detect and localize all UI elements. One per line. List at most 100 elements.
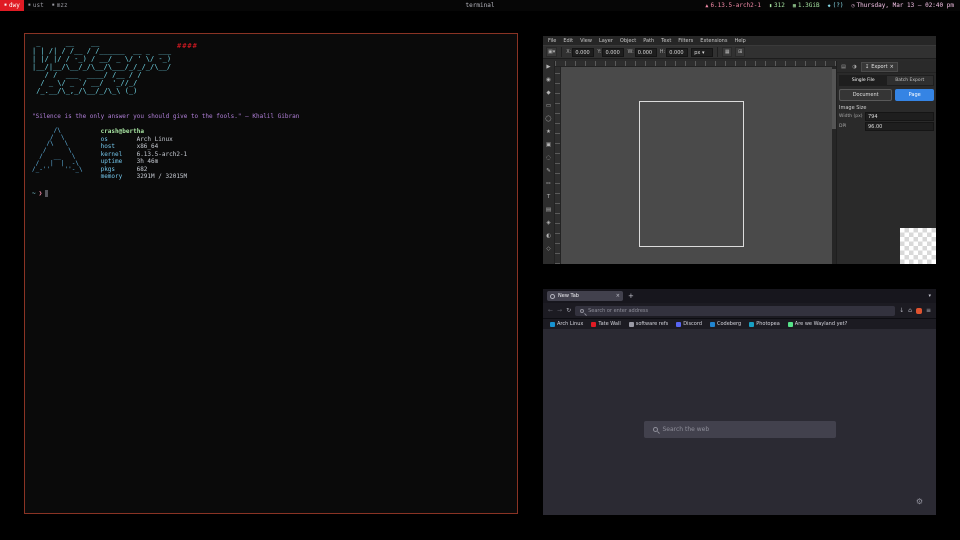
- fetch-label: uptime: [101, 158, 137, 166]
- fetch-value: x86_64: [137, 143, 159, 150]
- document-page-border[interactable]: [639, 101, 744, 247]
- fetch-label: memory: [101, 173, 137, 181]
- bookmark-favicon: [749, 322, 754, 327]
- w-value[interactable]: 0.000: [635, 48, 657, 57]
- menu-button[interactable]: ≡: [926, 307, 931, 314]
- inkscape-menubar: File Edit View Layer Object Path Text Fi…: [543, 36, 936, 45]
- fetch-info: crash@bertha osArch Linux hostx86_64 ker…: [101, 128, 188, 181]
- shell-prompt[interactable]: ~ ❯: [32, 190, 510, 197]
- toolbar-separator: [717, 47, 718, 57]
- x-coordinate-field[interactable]: X: 0.000: [566, 48, 594, 57]
- inkscape-window[interactable]: File Edit View Layer Object Path Text Fi…: [543, 36, 936, 264]
- dialog-icon-a[interactable]: ▤: [839, 62, 848, 71]
- status-bar: ▪ dwy ▪ ust ▪ mzz terminal ▲ 6.13.5-arch…: [0, 0, 960, 11]
- single-file-tab[interactable]: Single File: [840, 76, 887, 85]
- menu-edit[interactable]: Edit: [563, 38, 573, 44]
- fetch-row-uptime: uptime3h 46m: [101, 158, 188, 166]
- y-value[interactable]: 0.000: [602, 48, 624, 57]
- width-field[interactable]: W: 0.000: [627, 48, 656, 57]
- dialog-icon-b[interactable]: ◑: [850, 62, 859, 71]
- menu-text[interactable]: Text: [661, 38, 671, 44]
- bookmark-favicon: [710, 322, 715, 327]
- downloads-button[interactable]: ↓: [899, 307, 904, 314]
- close-icon[interactable]: ×: [890, 64, 894, 70]
- menu-object[interactable]: Object: [620, 38, 636, 44]
- select-mode-button[interactable]: ▣ ▾: [546, 47, 557, 57]
- menu-file[interactable]: File: [548, 38, 556, 44]
- prompt-path: ~: [32, 190, 36, 197]
- list-all-tabs-icon[interactable]: ▾: [928, 293, 931, 299]
- height-field[interactable]: H: 0.000: [660, 48, 688, 57]
- inkscape-toolbox[interactable]: ▶ ◉ ◆ ▭ ◯ ★ ▣ ◌ ✎ ✏ T ▤ ◈ ◐ ◇: [543, 61, 555, 264]
- fetch-value: 682: [137, 166, 148, 173]
- export-preview-checkerboard: [900, 228, 936, 264]
- battery-icon: ▮: [769, 3, 772, 9]
- bookmark-photopea[interactable]: Photopea: [749, 321, 780, 327]
- workspace-tag-mzz[interactable]: ▪ mzz: [48, 0, 72, 11]
- personalize-gear-icon[interactable]: ⚙: [916, 497, 923, 506]
- back-button[interactable]: ←: [548, 307, 553, 314]
- page-button[interactable]: Page: [895, 89, 934, 101]
- address-bar[interactable]: Search or enter address: [575, 306, 895, 316]
- units-value[interactable]: px ▾: [691, 48, 713, 57]
- batch-export-tab[interactable]: Batch Export: [887, 76, 934, 85]
- newtab-search-bar[interactable]: Search the web: [644, 421, 836, 438]
- new-tab-button[interactable]: +: [628, 292, 634, 300]
- chevron-down-icon: ▾: [553, 49, 556, 55]
- x-value[interactable]: 0.000: [572, 48, 594, 57]
- snap-toggle-button[interactable]: ⊞: [735, 47, 745, 57]
- reload-button[interactable]: ↻: [566, 307, 571, 314]
- menu-filters[interactable]: Filters: [678, 38, 693, 44]
- status-kernel-label: 6.13.5-arch2-1: [710, 2, 761, 9]
- width-px-input[interactable]: 794: [865, 112, 934, 121]
- tag-icon: ▪: [28, 3, 31, 8]
- new-tab-page: Search the web ⚙: [543, 329, 936, 515]
- bookmark-codeberg[interactable]: Codeberg: [710, 321, 741, 327]
- bookmark-tate-wall[interactable]: Tate Wall: [591, 321, 620, 327]
- bookmark-are-we-wayland-yet[interactable]: Are we Wayland yet?: [788, 321, 847, 327]
- search-icon: [653, 427, 658, 432]
- export-tab[interactable]: ↧ Export ×: [861, 62, 898, 72]
- status-volume-label: (?): [833, 2, 844, 9]
- bookmark-arch-linux[interactable]: Arch Linux: [550, 321, 583, 327]
- dpi-input[interactable]: 96.00: [865, 122, 934, 131]
- forward-button[interactable]: →: [557, 307, 562, 314]
- menu-help[interactable]: Help: [734, 38, 745, 44]
- bookmark-label: Discord: [683, 321, 702, 327]
- fetch-label: kernel: [101, 151, 137, 159]
- status-clock: ◷ Thursday, Mar 13 — 02:40 pm: [851, 2, 954, 9]
- newtab-search-placeholder: Search the web: [663, 426, 710, 433]
- ublock-extension-icon[interactable]: [916, 308, 922, 314]
- workspace-tag-dwy[interactable]: ▪ dwy: [0, 0, 24, 11]
- menu-path[interactable]: Path: [643, 38, 654, 44]
- grid-toggle-button[interactable]: ▦: [722, 47, 732, 57]
- tag-label: dwy: [9, 2, 20, 9]
- tool-icons-column[interactable]: ▶ ◉ ◆ ▭ ◯ ★ ▣ ◌ ✎ ✏ T ▤ ◈ ◐ ◇: [543, 61, 554, 256]
- tab-new-tab[interactable]: New Tab ×: [547, 291, 623, 301]
- status-kernel: ▲ 6.13.5-arch2-1: [705, 2, 761, 9]
- h-value[interactable]: 0.000: [666, 48, 688, 57]
- home-button[interactable]: ⌂: [908, 307, 912, 314]
- bookmark-favicon: [591, 322, 596, 327]
- tab-close-icon[interactable]: ×: [616, 293, 620, 299]
- bookmark-software-refs[interactable]: software refs: [629, 321, 668, 327]
- units-dropdown[interactable]: px ▾: [691, 48, 713, 57]
- bookmark-favicon: [629, 322, 634, 327]
- export-icon: ↧: [865, 64, 869, 70]
- inkscape-canvas[interactable]: [555, 61, 836, 264]
- status-memory-label: 1.3GiB: [798, 2, 820, 9]
- menu-extensions[interactable]: Extensions: [700, 38, 727, 44]
- menu-view[interactable]: View: [580, 38, 592, 44]
- document-button[interactable]: Document: [839, 89, 892, 101]
- y-label: Y:: [597, 49, 601, 55]
- workspace-tag-ust[interactable]: ▪ ust: [24, 0, 48, 11]
- status-memory: ▦ 1.3GiB: [793, 2, 820, 9]
- status-battery-label: 312: [774, 2, 785, 9]
- bookmark-discord[interactable]: Discord: [676, 321, 702, 327]
- y-coordinate-field[interactable]: Y: 0.000: [597, 48, 624, 57]
- ascii-art-accent: ####: [177, 42, 198, 50]
- fetch-label: os: [101, 136, 137, 144]
- firefox-window[interactable]: New Tab × + ▾ ← → ↻ Search or enter addr…: [543, 289, 936, 515]
- menu-layer[interactable]: Layer: [599, 38, 613, 44]
- terminal-window[interactable]: _ __ __ | | /| / /__ / /______ __ _ ___ …: [24, 33, 518, 514]
